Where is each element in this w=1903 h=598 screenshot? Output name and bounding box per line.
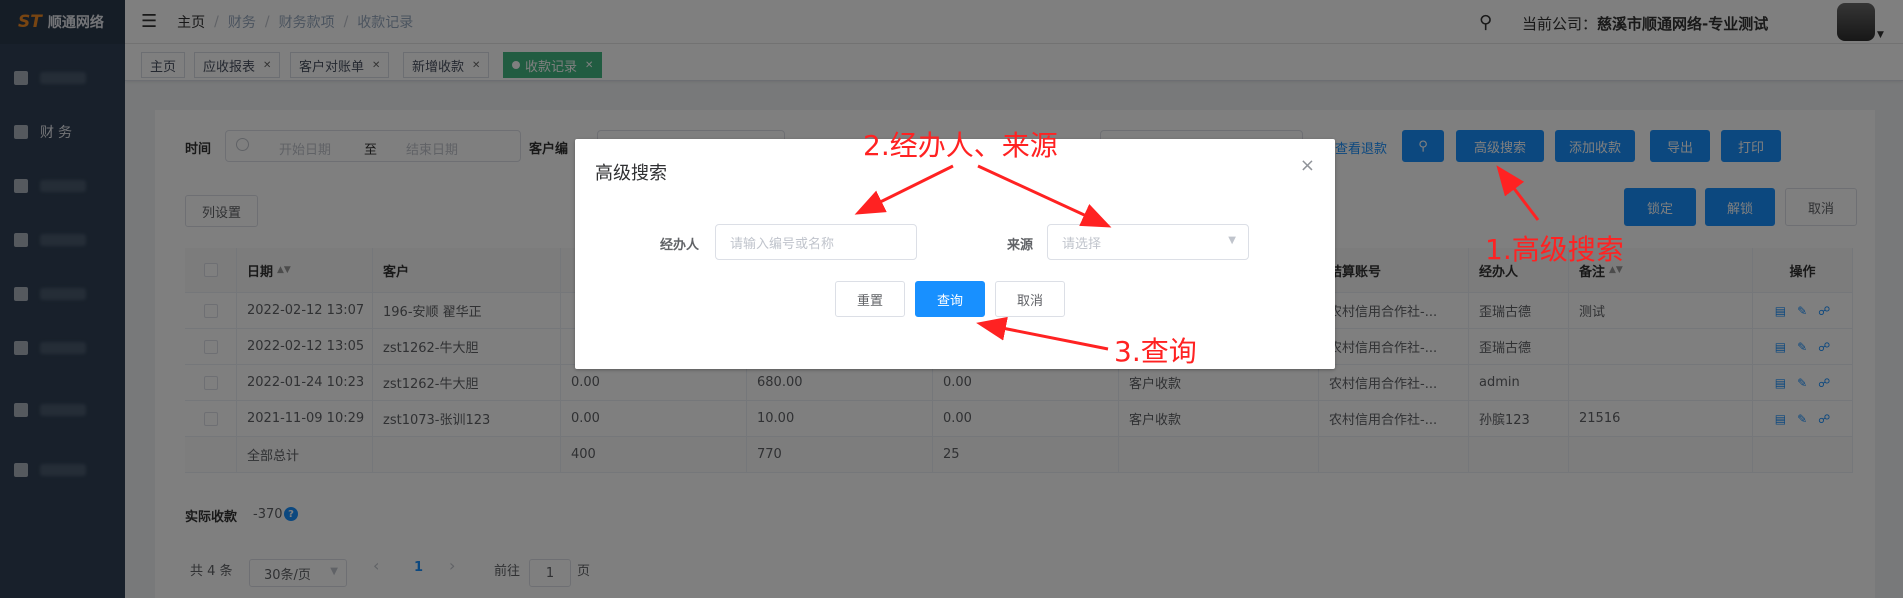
source-placeholder: 请选择 xyxy=(1062,236,1102,252)
source-label: 来源 xyxy=(1007,238,1034,253)
dialog-title: 高级搜索 xyxy=(595,163,667,184)
annotation-step-3: 3.查询 xyxy=(1114,335,1197,368)
source-select[interactable]: 请选择 ▼ xyxy=(1047,224,1249,260)
close-icon[interactable]: × xyxy=(1300,155,1315,176)
handler-input[interactable]: 请输入编号或名称 xyxy=(715,224,917,260)
dialog-cancel-button[interactable]: 取消 xyxy=(995,281,1065,317)
annotation-step-1: 1.高级搜索 xyxy=(1485,233,1624,266)
advanced-search-dialog: 高级搜索 × 经办人 请输入编号或名称 来源 请选择 ▼ 重置 查询 取消 xyxy=(575,139,1335,369)
annotation-step-2: 2.经办人、来源 xyxy=(863,129,1058,162)
handler-label: 经办人 xyxy=(660,238,700,253)
chevron-down-icon: ▼ xyxy=(1228,235,1236,246)
reset-button[interactable]: 重置 xyxy=(835,281,905,317)
handler-placeholder: 请输入编号或名称 xyxy=(730,236,835,252)
query-button[interactable]: 查询 xyxy=(915,281,985,317)
